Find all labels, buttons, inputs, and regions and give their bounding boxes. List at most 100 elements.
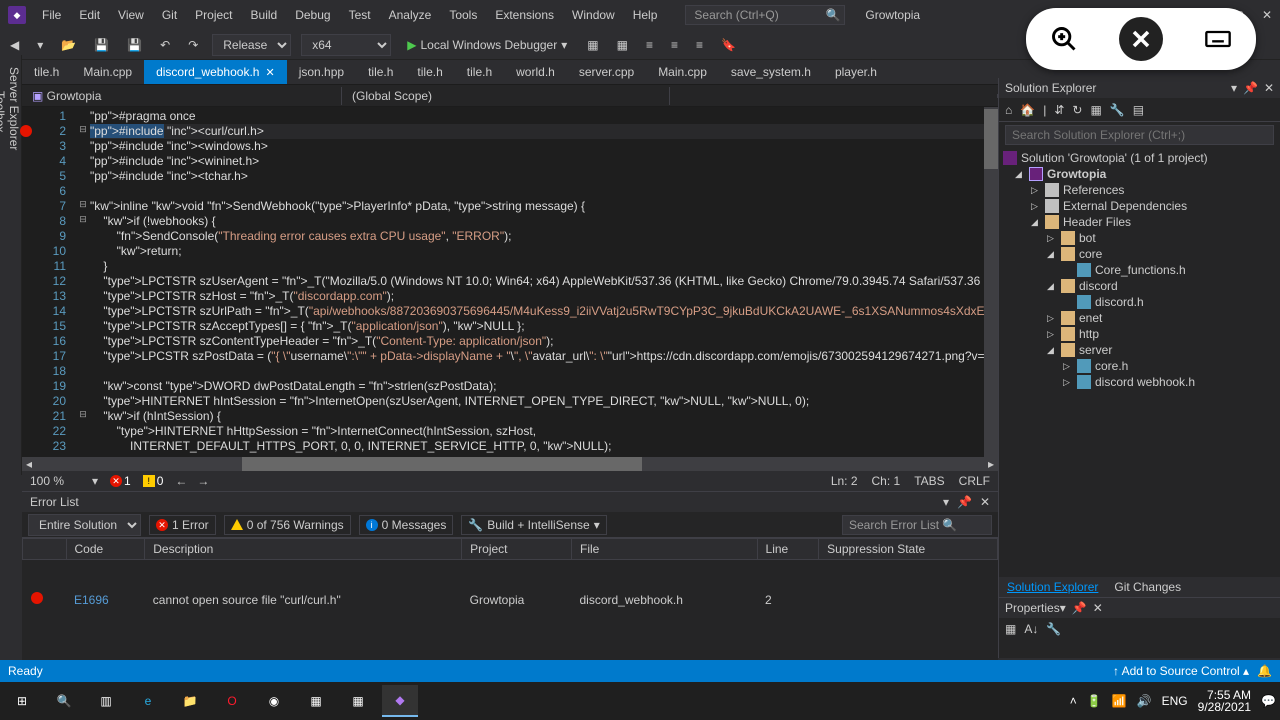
show-all-icon[interactable]: ▦ [1090, 103, 1101, 117]
tree-folder[interactable]: ▷http [999, 326, 1280, 342]
new-item-icon[interactable]: ▾ [33, 36, 47, 54]
menu-test[interactable]: Test [341, 4, 379, 26]
zoom-in-icon[interactable] [1042, 17, 1086, 61]
warning-count[interactable]: !0 [143, 474, 164, 488]
app-icon[interactable]: ▦ [298, 685, 334, 717]
panel-close-icon[interactable]: ✕ [1264, 81, 1274, 95]
horizontal-scrollbar[interactable]: ◂▸ [22, 457, 998, 471]
errorlist-col[interactable]: Description [145, 539, 462, 560]
tray-chevron-icon[interactable]: ˄ [1070, 694, 1077, 708]
toolbar-icon[interactable]: 🔖 [717, 36, 740, 54]
messages-filter-pill[interactable]: i0 Messages [359, 515, 454, 535]
warnings-filter-pill[interactable]: 0 of 756 Warnings [224, 515, 351, 535]
properties-az-icon[interactable]: A↓ [1024, 622, 1038, 654]
tab-player-h[interactable]: player.h [823, 60, 889, 84]
member-scope[interactable] [670, 94, 998, 98]
global-scope[interactable]: (Global Scope) [342, 87, 670, 105]
errorlist-scope-select[interactable]: Entire Solution [28, 514, 141, 536]
solution-tree[interactable]: Solution 'Growtopia' (1 of 1 project) ◢G… [999, 148, 1280, 577]
tray-lang[interactable]: ENG [1162, 694, 1188, 708]
code-editor[interactable]: "pp">#pragma once"pp">#include "inc"><cu… [90, 107, 998, 457]
home-icon[interactable]: ⌂ [1005, 103, 1012, 117]
close-button[interactable]: ✕ [1262, 8, 1272, 22]
tab-tile-h[interactable]: tile.h [356, 60, 405, 84]
errors-filter-pill[interactable]: ✕1 Error [149, 515, 216, 535]
properties-icon[interactable]: 🔧 [1110, 103, 1125, 117]
errorlist-col[interactable]: Line [757, 539, 819, 560]
start-debug-button[interactable]: ▶ Local Windows Debugger ▾ [401, 36, 573, 54]
properties-pin-icon[interactable]: 📌 [1072, 601, 1087, 615]
tree-file[interactable]: discord.h [999, 294, 1280, 310]
open-icon[interactable]: 📂 [57, 36, 80, 54]
config-select[interactable]: Release [212, 34, 291, 56]
menu-window[interactable]: Window [564, 4, 623, 26]
tray-clock[interactable]: 7:55 AM9/28/2021 [1198, 689, 1251, 713]
ie-icon[interactable]: e [130, 685, 166, 717]
tab-close-icon[interactable]: ✕ [265, 66, 274, 79]
project-scope[interactable]: ▣ Growtopia [22, 87, 342, 105]
save-all-icon[interactable]: 💾 [123, 36, 146, 54]
nav-fwd-icon[interactable]: → [197, 474, 209, 488]
errorlist-row[interactable]: E1696cannot open source file "curl/curl.… [23, 560, 998, 640]
zoom-chevron-icon[interactable]: ▾ [92, 474, 98, 488]
menu-analyze[interactable]: Analyze [381, 4, 440, 26]
server-explorer-tab[interactable]: Server Explorer [7, 67, 21, 469]
errorlist-build-filter[interactable]: 🔧Build + IntelliSense▾ [461, 515, 606, 535]
errorlist-col[interactable]: Code [66, 539, 145, 560]
undo-icon[interactable]: ↶ [156, 36, 174, 54]
tab-tile-h[interactable]: tile.h [455, 60, 504, 84]
solution-explorer-tab[interactable]: Solution Explorer [999, 577, 1106, 597]
toolbar-icon[interactable]: ▦ [613, 36, 632, 54]
toolbox-tab[interactable]: Toolbox [0, 91, 7, 469]
tree-folder[interactable]: ◢discord [999, 278, 1280, 294]
save-icon[interactable]: 💾 [90, 36, 113, 54]
panel-dropdown-icon[interactable]: ▾ [1231, 81, 1237, 95]
tab-tile-h[interactable]: tile.h [22, 60, 71, 84]
tray-notifications-icon[interactable]: 💬 [1261, 694, 1276, 708]
menu-tools[interactable]: Tools [441, 4, 485, 26]
tree-folder[interactable]: ▷enet [999, 310, 1280, 326]
tree-file[interactable]: Core_functions.h [999, 262, 1280, 278]
menu-view[interactable]: View [110, 4, 152, 26]
fold-gutter[interactable]: ⊟⊟⊟⊟ [76, 107, 90, 457]
taskview-icon[interactable]: ▥ [88, 685, 124, 717]
preview-icon[interactable]: ▤ [1133, 103, 1144, 117]
tab-json-hpp[interactable]: json.hpp [287, 60, 356, 84]
toolbar-icon[interactable]: ≡ [667, 36, 682, 54]
tree-external[interactable]: ▷External Dependencies [999, 198, 1280, 214]
keyboard-icon[interactable] [1196, 17, 1240, 61]
search-icon[interactable]: 🔍 [825, 8, 840, 22]
tray-volume-icon[interactable]: 🔊 [1137, 694, 1152, 708]
sync-icon[interactable]: 🏠 [1020, 103, 1035, 117]
tray-battery-icon[interactable]: 🔋 [1087, 694, 1102, 708]
menu-project[interactable]: Project [187, 4, 240, 26]
tab-Main-cpp[interactable]: Main.cpp [646, 60, 719, 84]
menu-build[interactable]: Build [243, 4, 286, 26]
notifications-icon[interactable]: 🔔 [1257, 664, 1272, 678]
tree-file[interactable]: ▷discord webhook.h [999, 374, 1280, 390]
zoom-level[interactable]: 100 % [30, 474, 80, 488]
errorlist-col[interactable]: Suppression State [819, 539, 998, 560]
tree-references[interactable]: ▷References [999, 182, 1280, 198]
app-icon[interactable]: ▦ [340, 685, 376, 717]
menu-debug[interactable]: Debug [287, 4, 338, 26]
tab-world-h[interactable]: world.h [504, 60, 567, 84]
refresh-icon[interactable]: ↻ [1072, 103, 1082, 117]
errorlist-search[interactable]: Search Error List 🔍 [842, 515, 992, 535]
errorlist-col[interactable] [23, 539, 67, 560]
error-count[interactable]: ✕1 [110, 474, 131, 488]
tab-server-cpp[interactable]: server.cpp [567, 60, 646, 84]
errorlist-col[interactable]: Project [462, 539, 572, 560]
menu-help[interactable]: Help [625, 4, 666, 26]
errorlist-col[interactable]: File [572, 539, 758, 560]
panel-pin-icon[interactable]: 📌 [1243, 81, 1258, 95]
start-button[interactable]: ⊞ [4, 685, 40, 717]
tree-folder[interactable]: ◢core [999, 246, 1280, 262]
nav-back-icon[interactable]: ← [175, 474, 187, 488]
tree-folder[interactable]: ◢server [999, 342, 1280, 358]
toolbar-icon[interactable]: ▦ [583, 36, 602, 54]
left-tool-tabs[interactable]: Server Explorer Toolbox [0, 55, 22, 475]
visualstudio-icon[interactable]: ◆ [382, 685, 418, 717]
properties-dropdown-icon[interactable]: ▾ [1060, 601, 1066, 615]
tab-discord_webhook-h[interactable]: discord_webhook.h✕ [144, 60, 287, 84]
